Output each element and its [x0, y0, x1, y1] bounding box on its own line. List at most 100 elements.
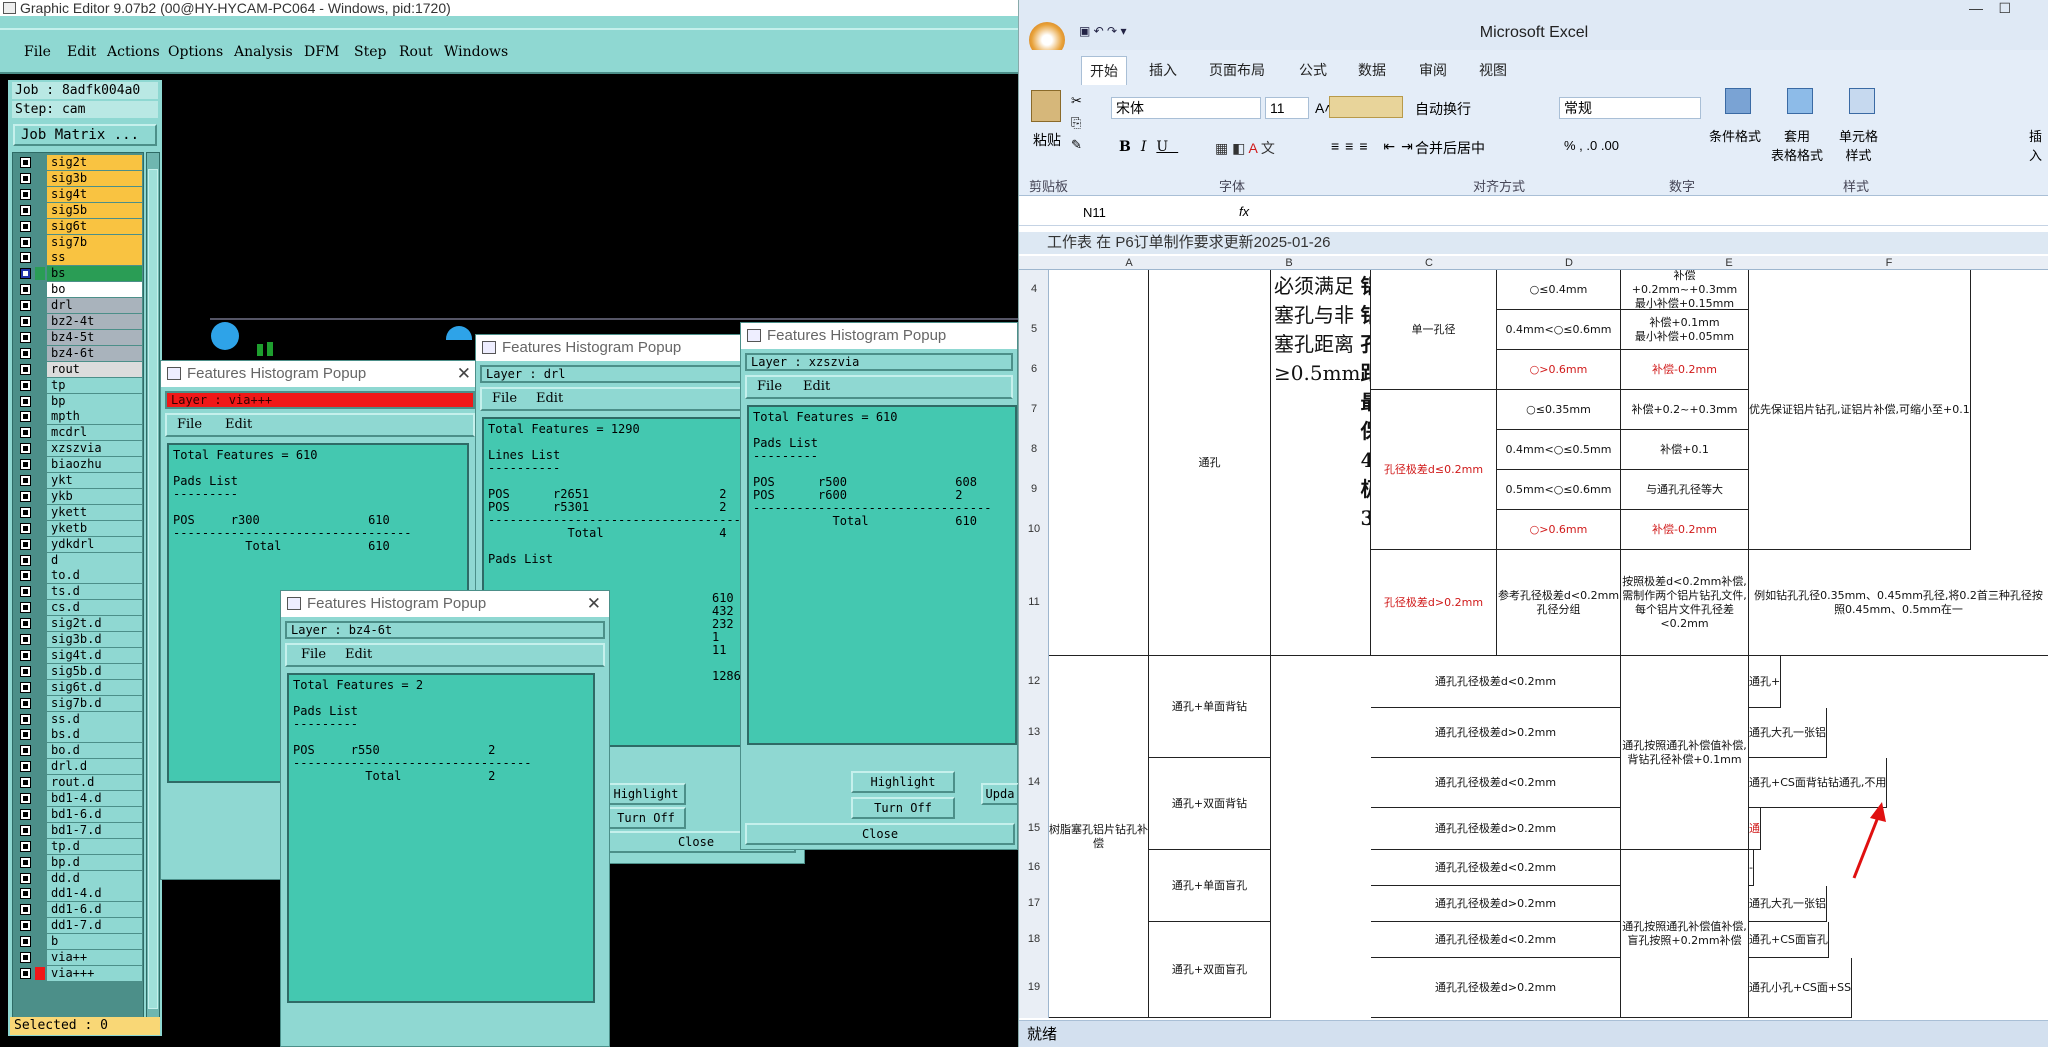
layer-row[interactable]: bo.d	[13, 743, 143, 759]
turn-off-button[interactable]: Turn Off	[851, 797, 955, 819]
layer-color-swatch[interactable]	[35, 855, 45, 869]
layer-color-swatch[interactable]	[35, 887, 45, 901]
layer-color-swatch[interactable]	[35, 426, 45, 440]
table-cell[interactable]: 与通孔孔径等大	[1621, 470, 1749, 510]
layer-color-swatch[interactable]	[35, 601, 45, 615]
layer-checkbox[interactable]	[20, 252, 31, 264]
popup-menu-file[interactable]: File	[492, 389, 517, 409]
layer-name[interactable]: bd1-6.d	[47, 806, 142, 822]
cell-a-top[interactable]	[1049, 270, 1149, 656]
layer-checkbox[interactable]	[20, 681, 31, 693]
window-controls[interactable]: — ☐	[1969, 0, 2027, 17]
layer-row[interactable]: ykb	[13, 488, 143, 504]
layer-row[interactable]: xzszvia	[13, 441, 143, 457]
layer-name[interactable]: yketb	[47, 520, 142, 536]
layer-checkbox[interactable]	[20, 316, 31, 327]
layer-name[interactable]: d	[47, 552, 142, 568]
layer-checkbox[interactable]	[20, 331, 31, 343]
font-size-select[interactable]: 11	[1265, 97, 1309, 119]
table-cell[interactable]: 通孔按照通孔补偿值补偿,背钻孔径补偿+0.1mm	[1621, 656, 1749, 850]
layer-checkbox[interactable]	[20, 697, 31, 709]
layer-row[interactable]: ts.d	[13, 584, 143, 600]
layer-row[interactable]: bs.d	[13, 727, 143, 743]
layer-list-scrollbar[interactable]	[146, 152, 160, 1020]
layer-row[interactable]: sig5b.d	[13, 663, 143, 679]
table-cell[interactable]: 0.5mm<○≤0.6mm	[1497, 470, 1621, 510]
layer-checkbox[interactable]	[20, 761, 31, 773]
layer-color-swatch[interactable]	[35, 569, 45, 583]
layer-name[interactable]: bp.d	[47, 854, 142, 870]
layer-row[interactable]: rout	[13, 361, 143, 377]
layer-checkbox[interactable]	[20, 443, 31, 455]
layer-row[interactable]: ykett	[13, 504, 143, 520]
layer-checkbox[interactable]	[20, 379, 31, 391]
layer-color-swatch[interactable]	[35, 807, 45, 821]
tab-view[interactable]: 视图	[1479, 60, 1507, 80]
layer-name[interactable]: bz4-6t	[47, 345, 142, 361]
close-button[interactable]: Close	[745, 823, 1015, 845]
popup-menu-edit[interactable]: Edit	[225, 415, 252, 435]
layer-checkbox[interactable]	[20, 522, 31, 534]
layer-row[interactable]: dd.d	[13, 870, 143, 886]
layer-checkbox[interactable]	[20, 602, 31, 614]
name-box[interactable]: N11	[1023, 203, 1175, 223]
layer-checkbox[interactable]	[20, 665, 31, 677]
table-cell[interactable]: ○>0.6mm	[1497, 510, 1621, 550]
menu-analysis[interactable]: Analysis	[234, 44, 293, 60]
align-top-group[interactable]	[1329, 96, 1403, 118]
row-header[interactable]: 15	[1019, 822, 1049, 834]
row-header[interactable]: 8	[1019, 443, 1049, 455]
layer-row[interactable]: bz4-5t	[13, 329, 143, 345]
row-header[interactable]: 5	[1019, 323, 1049, 335]
layer-row[interactable]: ykt	[13, 473, 143, 488]
layer-checkbox[interactable]	[20, 888, 31, 900]
paste-button[interactable]: 粘贴	[1033, 130, 1061, 150]
layer-color-swatch[interactable]	[35, 966, 45, 980]
cell-a-main[interactable]: 树脂塞孔铝片钻孔补偿	[1049, 656, 1149, 1018]
table-cell[interactable]: 通孔+单面背钻	[1149, 656, 1271, 758]
layer-checkbox[interactable]	[20, 793, 31, 804]
layer-color-swatch[interactable]	[35, 951, 45, 964]
layer-name[interactable]: sig4t	[47, 186, 142, 202]
row-header[interactable]: 12	[1019, 675, 1049, 687]
table-cell[interactable]: 补偿-0.2mm	[1621, 350, 1749, 390]
formula-input[interactable]	[1259, 203, 2039, 223]
layer-name[interactable]: xzszvia	[47, 441, 142, 457]
layer-row[interactable]: via+++	[13, 965, 143, 981]
font-name-select[interactable]: 宋体	[1111, 97, 1261, 119]
cell-g-clipped[interactable]: -	[1749, 850, 1754, 886]
layer-checkbox[interactable]	[20, 586, 31, 598]
layer-name[interactable]: bo.d	[47, 743, 142, 759]
layer-row[interactable]: tp	[13, 377, 143, 393]
layer-color-swatch[interactable]	[35, 219, 45, 233]
layer-color-swatch[interactable]	[35, 442, 45, 456]
row-header[interactable]: 14	[1019, 776, 1049, 788]
layer-color-swatch[interactable]	[35, 394, 45, 408]
spreadsheet-grid[interactable]: 树脂塞孔铝片钻孔补偿 通孔 通孔+单面背钻 通孔+双面背钻 通孔+单面盲孔 通孔+双面盲孔…	[1049, 270, 2048, 1018]
layer-row[interactable]: ydkdrl	[13, 536, 143, 552]
layer-name[interactable]: rout	[47, 361, 142, 377]
layer-color-swatch[interactable]	[35, 299, 45, 313]
layer-color-swatch[interactable]	[35, 696, 45, 710]
cell-g-clipped[interactable]: 通孔大孔一张铝	[1749, 708, 1827, 758]
bold-italic-underline-buttons[interactable]: BIU	[1119, 139, 1178, 155]
layer-row[interactable]: to.d	[13, 568, 143, 584]
layer-color-swatch[interactable]	[35, 585, 45, 599]
tab-home[interactable]: 开始	[1081, 56, 1127, 85]
layer-row[interactable]: tp.d	[13, 838, 143, 854]
layer-color-swatch[interactable]	[35, 410, 45, 424]
layer-name[interactable]: cs.d	[47, 600, 142, 616]
col-header-d[interactable]: D	[1489, 256, 1649, 270]
table-cell[interactable]: 补偿+0.1	[1621, 430, 1749, 470]
cell-g-clipped[interactable]: 通孔+CS面盲孔	[1749, 922, 1829, 958]
layer-name[interactable]: dd1-7.d	[47, 918, 142, 934]
layer-name[interactable]: bd1-7.d	[47, 822, 142, 838]
table-cell[interactable]: 通孔+双面盲孔	[1149, 922, 1271, 1018]
layer-name[interactable]: sig7b	[47, 234, 142, 250]
layer-row[interactable]: yketb	[13, 520, 143, 536]
layer-row[interactable]: bs	[13, 266, 143, 282]
layer-row[interactable]: b	[13, 934, 143, 950]
layer-checkbox[interactable]	[20, 618, 31, 630]
layer-name[interactable]: bd1-4.d	[47, 791, 142, 806]
layer-row[interactable]: sig6t	[13, 218, 143, 234]
